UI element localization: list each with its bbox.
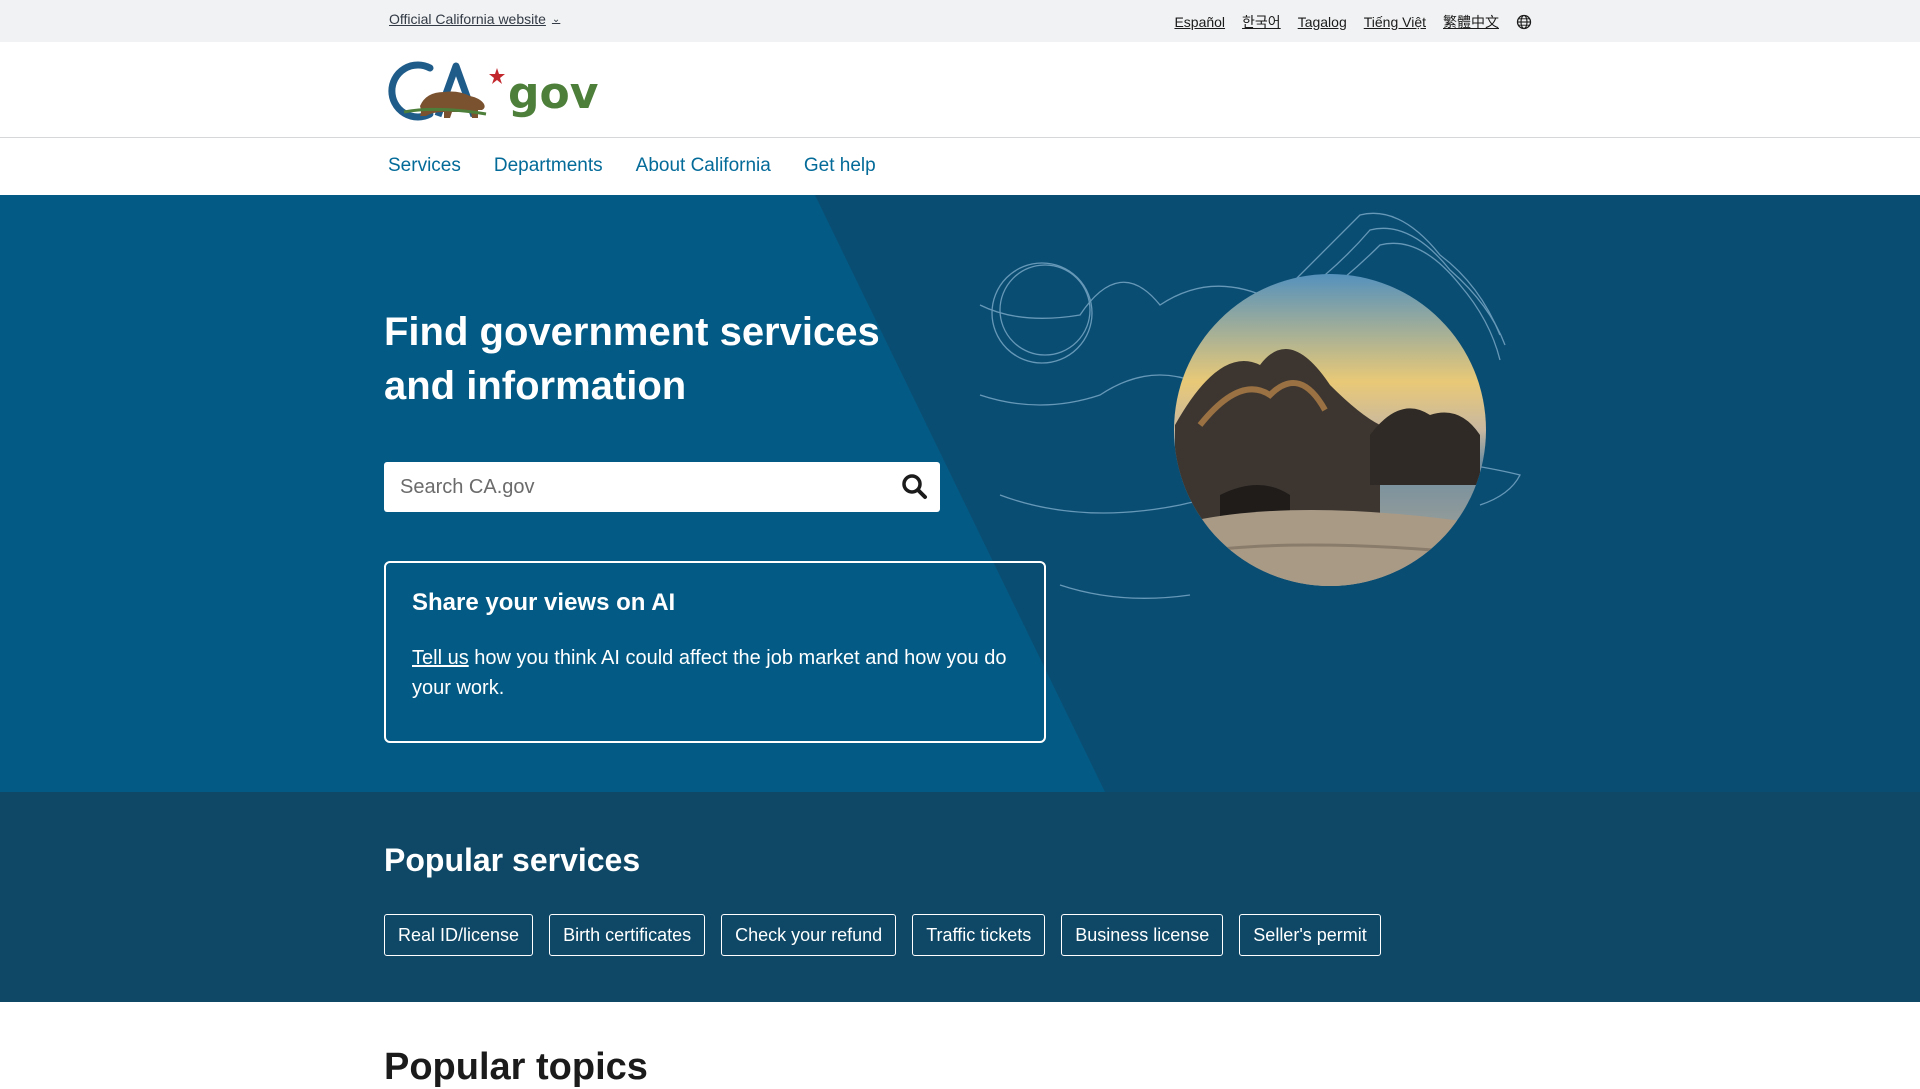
- hero-section: Find government services and information…: [0, 195, 1920, 792]
- language-link-vietnamese[interactable]: Tiếng Việt: [1364, 14, 1426, 30]
- language-link-espanol[interactable]: Español: [1174, 14, 1225, 30]
- coastal-photo: [1174, 274, 1486, 586]
- search-box: [384, 462, 940, 512]
- service-check-your-refund[interactable]: Check your refund: [721, 914, 897, 956]
- nav-item-about-california[interactable]: About California: [636, 155, 771, 176]
- popular-services-section: Popular services Real ID/license Birth c…: [0, 792, 1920, 1002]
- language-link-chinese[interactable]: 繁體中文: [1443, 12, 1499, 32]
- ai-card-body: Tell us how you think AI could affect th…: [412, 643, 1018, 703]
- nav-item-departments[interactable]: Departments: [494, 155, 603, 176]
- nav-item-get-help[interactable]: Get help: [804, 155, 876, 176]
- hero-illustration: [979, 212, 1521, 599]
- main-navigation: Services Departments About California Ge…: [0, 139, 1920, 195]
- search-input[interactable]: [384, 462, 874, 512]
- popular-topics-title: Popular topics: [384, 1046, 648, 1088]
- popular-services-title: Popular services: [384, 842, 641, 878]
- official-website-toggle[interactable]: Official California website ⌄: [389, 11, 560, 27]
- ai-card-text: how you think AI could affect the job ma…: [412, 647, 1007, 699]
- language-links: Español 한국어 Tagalog Tiếng Việt 繁體中文: [1174, 12, 1532, 32]
- globe-icon[interactable]: [1516, 14, 1532, 30]
- service-business-license[interactable]: Business license: [1061, 914, 1224, 956]
- hero-title: Find government services and information: [384, 310, 880, 408]
- utility-bar: Official California website ⌄ Español 한국…: [0, 0, 1920, 42]
- official-website-label: Official California website: [389, 11, 546, 27]
- service-traffic-tickets[interactable]: Traffic tickets: [912, 914, 1046, 956]
- ai-card-title: Share your views on AI: [412, 589, 676, 616]
- popular-services-list: Real ID/license Birth certificates Check…: [384, 914, 1381, 956]
- logo-bar: gov: [0, 42, 1920, 138]
- ca-gov-logo[interactable]: gov: [386, 56, 606, 124]
- chevron-down-icon: ⌄: [551, 13, 561, 25]
- service-birth-certificates[interactable]: Birth certificates: [549, 914, 706, 956]
- logo-gov-text: gov: [508, 68, 599, 119]
- tell-us-link[interactable]: Tell us: [412, 647, 469, 669]
- service-sellers-permit[interactable]: Seller's permit: [1239, 914, 1381, 956]
- search-icon: [902, 474, 927, 499]
- search-button[interactable]: [898, 470, 932, 504]
- nav-item-services[interactable]: Services: [388, 155, 461, 176]
- language-link-korean[interactable]: 한국어: [1242, 12, 1281, 32]
- service-real-id-license[interactable]: Real ID/license: [384, 914, 534, 956]
- ai-survey-card: Share your views on AI Tell us how you t…: [384, 561, 1046, 743]
- language-link-tagalog[interactable]: Tagalog: [1298, 14, 1347, 30]
